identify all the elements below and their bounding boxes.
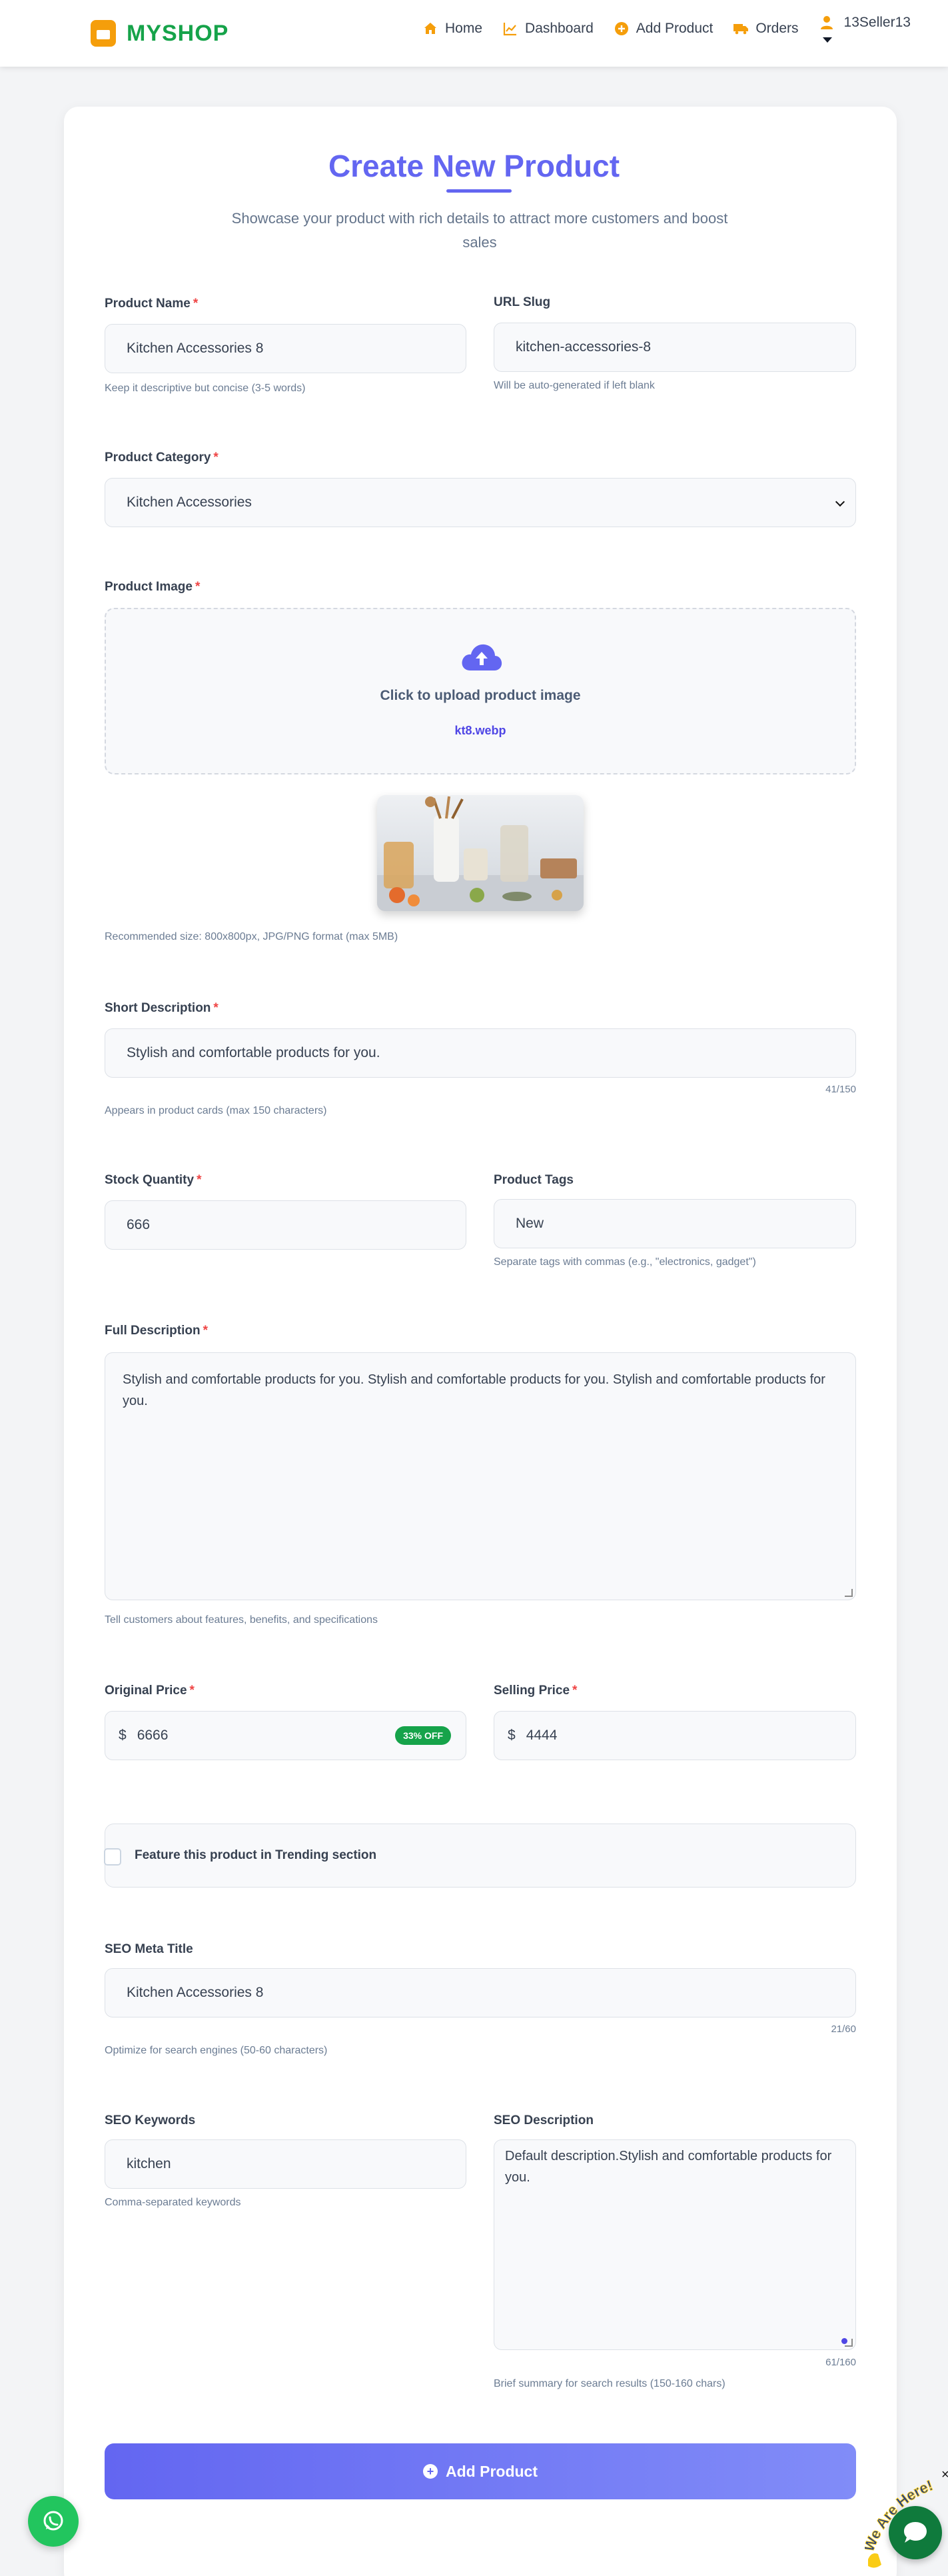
original-price-value: 6666 — [137, 1728, 169, 1743]
resize-handle-icon[interactable] — [845, 1589, 853, 1597]
seo-description-hint: Brief summary for search results (150-16… — [494, 2378, 725, 2389]
seo-title-counter: 21/60 — [831, 2023, 856, 2035]
seo-description-text: Default description.Stylish and comforta… — [505, 2149, 832, 2185]
trending-label[interactable]: Feature this product in Trending section — [135, 1848, 376, 1863]
required-mark: * — [572, 1684, 578, 1698]
required-mark: * — [213, 1001, 219, 1015]
plus-circle-icon: + — [423, 2464, 438, 2479]
main-nav: Home Dashboard Add Product Orders 13Sell… — [422, 15, 911, 43]
nav-dashboard-label: Dashboard — [525, 21, 594, 36]
category-label: Product Category * — [105, 451, 219, 465]
kitchen-accessories-photo — [377, 796, 584, 911]
shop-logo-icon — [91, 20, 116, 47]
category-select[interactable]: Kitchen Accessories — [105, 478, 856, 527]
chevron-down-icon — [835, 497, 845, 507]
page-title: Create New Product — [328, 149, 620, 183]
seo-description-textarea[interactable]: Default description.Stylish and comforta… — [494, 2139, 856, 2350]
image-upload-dropzone[interactable]: Click to upload product image kt8.webp — [105, 608, 856, 774]
short-description-input[interactable]: Stylish and comfortable products for you… — [105, 1028, 856, 1078]
url-slug-hint: Will be auto-generated if left blank — [494, 380, 655, 391]
trending-checkbox[interactable] — [104, 1848, 121, 1866]
whatsapp-icon — [43, 2511, 63, 2531]
required-mark: * — [197, 1173, 202, 1187]
brand[interactable]: MYSHOP — [91, 20, 229, 47]
required-mark: * — [203, 1324, 208, 1338]
original-price-label: Original Price * — [105, 1684, 195, 1698]
grammar-dot-icon — [841, 2338, 847, 2344]
chart-line-icon — [503, 23, 517, 36]
discount-badge: 33% OFF — [395, 1726, 451, 1745]
required-mark: * — [213, 451, 219, 465]
live-chat-button[interactable] — [889, 2506, 942, 2559]
page-subtitle: Showcase your product with rich details … — [231, 210, 728, 251]
full-description-text: Stylish and comfortable products for you… — [123, 1372, 825, 1408]
seo-keywords-input[interactable]: kitchen — [105, 2139, 466, 2189]
seo-keywords-label: SEO Keywords — [105, 2113, 196, 2127]
category-selected-value: Kitchen Accessories — [127, 495, 252, 510]
full-description-label: Full Description * — [105, 1324, 208, 1338]
close-icon[interactable]: × — [941, 2467, 948, 2483]
whatsapp-button[interactable] — [28, 2496, 79, 2547]
truck-icon — [733, 24, 749, 35]
waving-hand-icon — [868, 2553, 881, 2568]
home-icon — [424, 23, 436, 34]
currency-symbol: $ — [119, 1728, 127, 1743]
url-slug-input[interactable]: kitchen-accessories-8 — [494, 323, 856, 372]
original-price-input[interactable]: $ 6666 33% OFF — [105, 1711, 466, 1760]
nav-home[interactable]: Home — [422, 21, 482, 37]
nav-orders[interactable]: Orders — [733, 21, 799, 37]
upload-instruction: Click to upload product image — [380, 688, 581, 703]
required-mark: * — [193, 297, 199, 311]
stock-label: Stock Quantity * — [105, 1173, 202, 1187]
cloud-upload-icon — [462, 644, 502, 670]
navbar: MYSHOP Home Dashboard Add Product Orders… — [0, 0, 948, 67]
short-description-label: Short Description * — [105, 1001, 219, 1015]
seo-title-input[interactable]: Kitchen Accessories 8 — [105, 1968, 856, 2017]
seo-keywords-hint: Comma-separated keywords — [105, 2197, 241, 2208]
selling-price-input[interactable]: $ 4444 — [494, 1711, 856, 1760]
add-product-button[interactable]: + Add Product — [105, 2443, 856, 2499]
stock-quantity-input[interactable]: 666 — [105, 1200, 466, 1250]
chat-bubble-icon — [904, 2522, 927, 2543]
required-mark: * — [189, 1684, 195, 1698]
full-description-hint: Tell customers about features, benefits,… — [105, 1614, 378, 1626]
nav-home-label: Home — [445, 21, 483, 36]
nav-dashboard[interactable]: Dashboard — [502, 21, 594, 37]
full-description-textarea[interactable]: Stylish and comfortable products for you… — [105, 1352, 856, 1600]
product-name-label: Product Name * — [105, 297, 199, 311]
chevron-down-icon — [822, 37, 832, 43]
seo-title-label: SEO Meta Title — [105, 1942, 193, 1956]
add-product-button-label: Add Product — [446, 2462, 538, 2480]
nav-user-name: 13Seller13 — [843, 15, 911, 30]
currency-symbol: $ — [508, 1728, 516, 1743]
brand-name: MYSHOP — [127, 20, 229, 46]
seo-description-label: SEO Description — [494, 2113, 594, 2127]
selling-price-label: Selling Price * — [494, 1684, 578, 1698]
nav-orders-label: Orders — [755, 21, 799, 36]
trending-option: Feature this product in Trending section — [104, 1824, 856, 1888]
title-underline — [446, 189, 512, 193]
selling-price-value: 4444 — [526, 1728, 558, 1743]
seo-description-counter: 61/160 — [825, 2357, 856, 2368]
nav-add-product[interactable]: Add Product — [614, 21, 713, 37]
plus-circle-icon — [614, 22, 628, 35]
product-tags-label: Product Tags — [494, 1173, 574, 1187]
uploaded-file-name: kt8.webp — [454, 724, 506, 737]
url-slug-label: URL Slug — [494, 295, 551, 309]
product-image-preview — [377, 795, 584, 911]
seo-title-hint: Optimize for search engines (50-60 chara… — [105, 2045, 328, 2056]
nav-user-menu[interactable]: 13Seller13 — [819, 15, 911, 43]
short-description-hint: Appears in product cards (max 150 charac… — [105, 1105, 327, 1116]
product-tags-hint: Separate tags with commas (e.g., "electr… — [494, 1256, 756, 1268]
product-image-hint: Recommended size: 800x800px, JPG/PNG for… — [105, 931, 398, 942]
product-tags-input[interactable]: New — [494, 1199, 856, 1248]
product-image-label: Product Image * — [105, 580, 201, 594]
user-icon — [820, 16, 833, 29]
required-mark: * — [195, 580, 201, 594]
product-name-hint: Keep it descriptive but concise (3-5 wor… — [105, 383, 306, 394]
nav-add-product-label: Add Product — [636, 21, 713, 36]
short-description-counter: 41/150 — [825, 1084, 856, 1095]
product-name-input[interactable]: Kitchen Accessories 8 — [105, 324, 466, 373]
